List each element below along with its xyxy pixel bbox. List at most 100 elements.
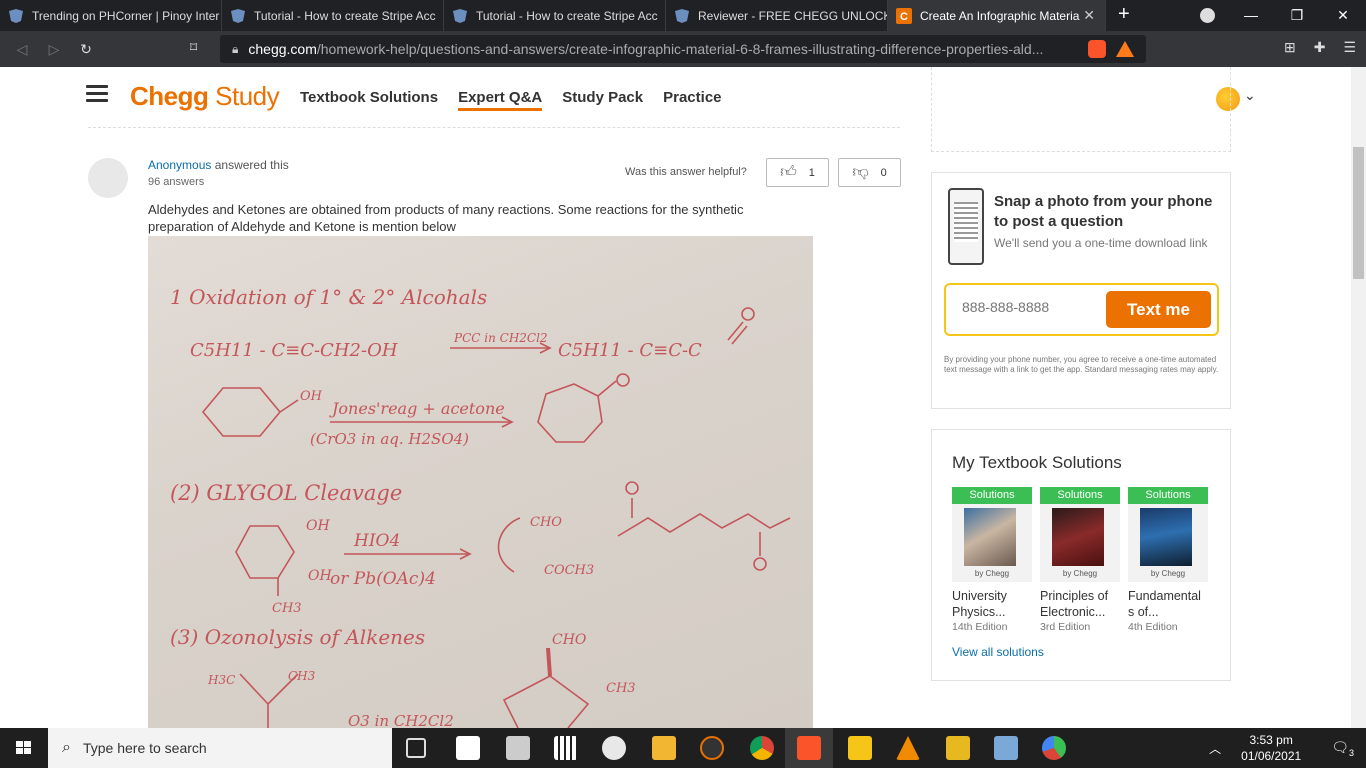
calculator-icon[interactable]	[554, 736, 578, 760]
textbook-item[interactable]: Solutions by Chegg Fundamental s of... 4…	[1128, 487, 1208, 633]
textbook-item[interactable]: Solutions by Chegg Principles of Electro…	[1040, 487, 1120, 633]
tab-title: Trending on PHCorner | Pinoy Inter	[32, 8, 220, 23]
brave-rewards-icon[interactable]	[1116, 41, 1134, 57]
svg-text:OH: OH	[306, 518, 330, 534]
phcorner-favicon-icon	[674, 8, 690, 24]
clock-time: 3:53 pm	[1249, 733, 1293, 747]
helpful-prompt: Was this answer helpful?	[625, 166, 747, 178]
reload-icon[interactable]: ↻	[70, 41, 102, 58]
notes-app-icon[interactable]	[994, 736, 1018, 760]
chrome-icon[interactable]	[750, 736, 774, 760]
nav-expert-qa[interactable]: Expert Q&A	[458, 89, 543, 111]
page-content: Chegg Study Textbook Solutions Expert Q&…	[0, 67, 1366, 728]
book-cover-image	[1052, 508, 1104, 566]
profile-icon[interactable]	[1200, 8, 1215, 23]
chegg-favicon-icon: C	[896, 7, 912, 24]
task-view-icon[interactable]	[406, 738, 426, 758]
close-tab-icon[interactable]: ✕	[1083, 7, 1095, 24]
phone-illustration	[948, 188, 984, 265]
nav-textbook-solutions[interactable]: Textbook Solutions	[300, 89, 438, 111]
svg-text:COCH3: COCH3	[544, 563, 594, 578]
nav-study-pack[interactable]: Study Pack	[562, 89, 643, 111]
book-publisher: by Chegg	[974, 569, 1010, 578]
obs-icon[interactable]	[700, 736, 724, 760]
handwriting-reagent-1: PCC in CH2Cl2	[453, 331, 548, 345]
textbook-item[interactable]: Solutions by Chegg University Physics...…	[952, 487, 1032, 633]
file-explorer-icon[interactable]	[652, 736, 676, 760]
answer-count: 96 answers	[148, 176, 205, 188]
handwriting-reagent-3b: or Pb(OAc)4	[330, 569, 436, 589]
hamburger-menu-icon[interactable]	[86, 85, 108, 103]
tab-title: Tutorial - How to create Stripe Acc	[254, 8, 436, 23]
taskbar-search[interactable]: ⌕ Type here to search	[48, 728, 392, 768]
clock[interactable]: 3:53 pm 01/06/2021	[1241, 732, 1301, 764]
thumbs-down-button[interactable]: 👎︎ 0	[838, 158, 901, 187]
brave-shields-icon[interactable]	[1088, 40, 1106, 58]
browser-tab[interactable]: Trending on PHCorner | Pinoy Inter	[0, 0, 222, 31]
text-me-button[interactable]: Text me	[1106, 291, 1211, 328]
new-tab-icon[interactable]: +	[1118, 0, 1130, 31]
pubg-icon[interactable]	[946, 736, 970, 760]
address-bar[interactable]: 🔒︎ chegg.com/homework-help/questions-and…	[220, 35, 1146, 63]
close-window-icon[interactable]: ✕	[1320, 0, 1366, 31]
svg-text:OH: OH	[300, 389, 323, 404]
handwriting-heading-2: (2) GLYGOL Cleavage	[170, 481, 402, 505]
tray-overflow-icon[interactable]: ︿	[1209, 740, 1221, 757]
book-publisher: by Chegg	[1062, 569, 1098, 578]
book-cover: by Chegg	[952, 504, 1032, 582]
view-all-solutions-link[interactable]: View all solutions	[952, 645, 1044, 659]
menu-icon[interactable]: ☰	[1343, 39, 1356, 56]
answer-author[interactable]: Anonymous	[148, 158, 211, 172]
anonymous-avatar	[88, 158, 128, 198]
handwriting-heading-1: 1 Oxidation of 1° & 2° Alcohals	[170, 285, 487, 309]
bookmark-icon[interactable]: ⌑	[190, 39, 197, 56]
solutions-badge: Solutions	[1128, 487, 1208, 504]
url-host: chegg.com	[248, 41, 317, 57]
book-edition: 4th Edition	[1128, 621, 1178, 633]
svg-text:H3C: H3C	[207, 673, 235, 687]
chevron-down-icon[interactable]: ⌄	[1244, 87, 1256, 104]
chegg-study-logo[interactable]: Chegg Study	[130, 81, 280, 112]
solutions-badge: Solutions	[952, 487, 1032, 504]
browser-tab[interactable]: Tutorial - How to create Stripe Acc	[444, 0, 666, 31]
nav-practice[interactable]: Practice	[663, 89, 721, 111]
back-icon[interactable]: ◁	[6, 41, 38, 58]
handwritten-answer-image: 1 Oxidation of 1° & 2° Alcohals C5H11 - …	[148, 236, 813, 728]
restore-icon[interactable]: ❐	[1274, 0, 1320, 31]
solutions-badge: Solutions	[1040, 487, 1120, 504]
phcorner-favicon-icon	[230, 8, 246, 24]
scrollbar-thumb[interactable]	[1353, 147, 1364, 279]
book-title: Fundamental s of...	[1128, 589, 1201, 619]
puzzle-extension-icon[interactable]: ✚	[1314, 39, 1326, 56]
browser-tab-active[interactable]: C Create An Infographic Materia ✕	[888, 0, 1106, 31]
dislike-count: 0	[880, 166, 887, 179]
like-count: 1	[808, 166, 815, 179]
snap-title: Snap a photo from your phone to post a q…	[994, 193, 1213, 230]
svg-text:OH: OH	[308, 568, 332, 584]
page-scrollbar[interactable]	[1351, 67, 1366, 728]
lock-icon: 🔒︎	[232, 41, 239, 56]
handwriting-reagent-4: O3 in CH2Cl2	[348, 712, 454, 728]
forward-icon[interactable]: ▷	[38, 41, 70, 58]
thumbs-up-button[interactable]: 👍︎ 1	[766, 158, 829, 187]
main-nav: Textbook Solutions Expert Q&A Study Pack…	[300, 89, 722, 111]
book-cover: by Chegg	[1128, 504, 1208, 582]
browser-tab[interactable]: Tutorial - How to create Stripe Acc	[222, 0, 444, 31]
word-app-icon[interactable]	[506, 736, 530, 760]
colorful-app-icon[interactable]	[1042, 736, 1066, 760]
notepad-icon[interactable]	[456, 736, 480, 760]
translate-icon[interactable]: ⊞	[1284, 39, 1296, 56]
tab-title: Reviewer - FREE CHEGG UNLOCKS	[698, 8, 888, 23]
notifications-icon[interactable]: 🗨︎3	[1331, 739, 1354, 758]
media-player-icon[interactable]	[848, 736, 872, 760]
browser-tab[interactable]: Reviewer - FREE CHEGG UNLOCKS	[666, 0, 888, 31]
vlc-icon[interactable]	[896, 736, 920, 760]
minimize-icon[interactable]: —	[1228, 0, 1274, 31]
windows-start-icon[interactable]	[16, 741, 32, 755]
search-placeholder: Type here to search	[82, 740, 207, 756]
windows-taskbar: ⌕ Type here to search ︿ 3:53 pm 01/06/20…	[0, 728, 1366, 768]
phone-number-input[interactable]	[962, 299, 1102, 315]
camera-icon[interactable]	[602, 736, 626, 760]
brave-browser-icon[interactable]	[797, 736, 821, 760]
book-title: University Physics...	[952, 589, 1007, 619]
